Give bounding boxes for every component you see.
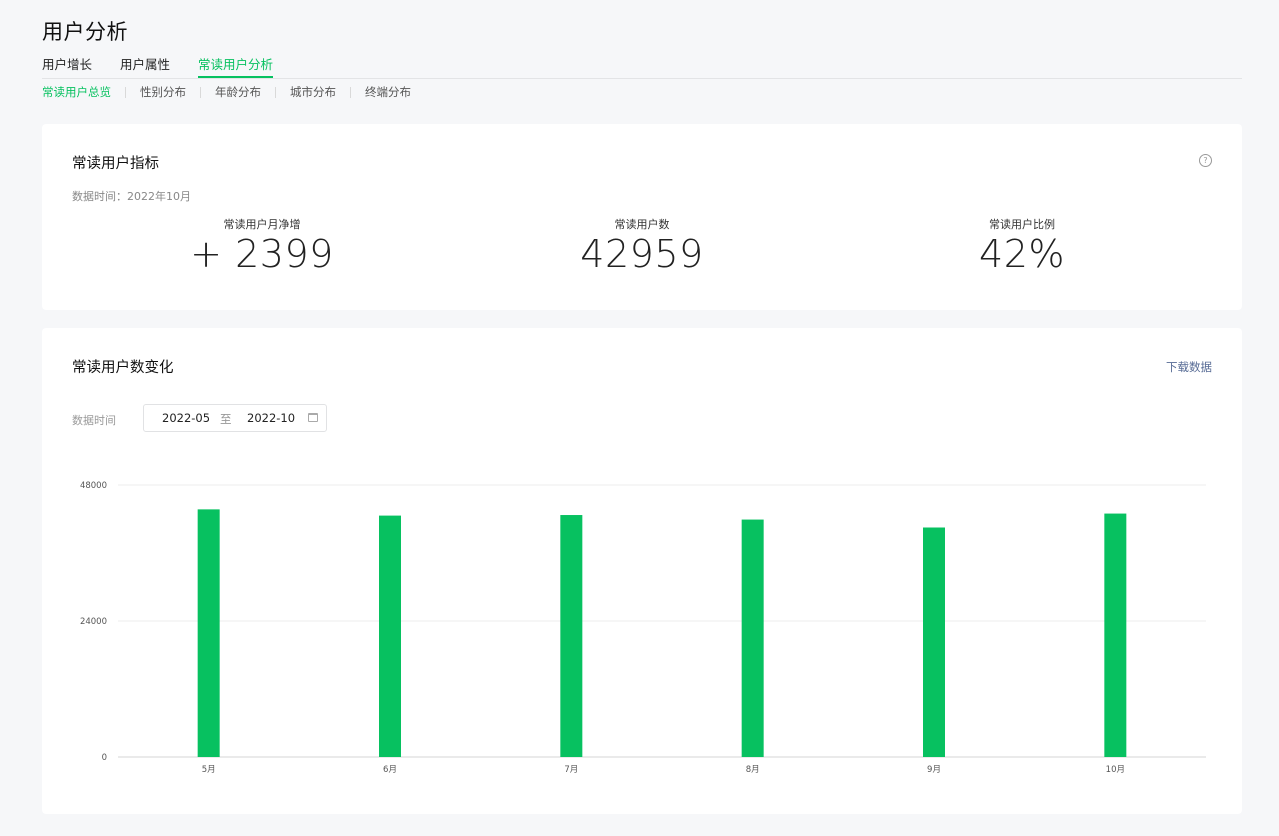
page-title: 用户分析 <box>42 20 128 44</box>
metric-net-growth: 常读用户月净增 + 2399 <box>112 216 412 276</box>
bar[interactable] <box>379 515 401 757</box>
metric-reader-ratio: 常读用户比例 42% <box>872 216 1172 276</box>
x-tick-label: 8月 <box>746 765 760 775</box>
x-tick-label: 10月 <box>1106 765 1125 775</box>
tab-frequent-readers[interactable]: 常读用户分析 <box>198 56 274 78</box>
page: 用户分析 用户增长 用户属性 常读用户分析 常读用户总览 性别分布 年龄分布 城… <box>0 0 1279 836</box>
metric-label: 常读用户数 <box>614 218 670 231</box>
bar[interactable] <box>923 527 945 758</box>
question-circle-icon[interactable]: ? <box>1199 154 1212 167</box>
tab-user-growth[interactable]: 用户增长 <box>42 56 92 78</box>
divider <box>125 86 126 98</box>
bar[interactable] <box>1104 513 1127 757</box>
y-tick-label: 0 <box>102 753 107 763</box>
subtab-gender[interactable]: 性别分布 <box>140 84 186 100</box>
metric-value: + 2399 <box>190 232 334 276</box>
y-tick-label: 24000 <box>80 617 107 627</box>
metric-label: 常读用户比例 <box>989 218 1055 231</box>
subtab-device[interactable]: 终端分布 <box>365 84 411 100</box>
bar[interactable] <box>197 509 220 757</box>
x-tick-label: 5月 <box>202 765 216 775</box>
x-tick-label: 9月 <box>927 765 941 775</box>
bar[interactable] <box>560 515 583 757</box>
divider <box>200 86 201 98</box>
x-tick-label: 7月 <box>564 765 578 775</box>
metrics-data-time: 数据时间：2022年10月 <box>72 190 191 203</box>
y-tick-label: 48000 <box>80 481 107 491</box>
bar[interactable] <box>741 519 764 757</box>
metric-reader-count: 常读用户数 42959 <box>492 216 792 276</box>
metric-value: 42959 <box>580 232 704 276</box>
subtab-age[interactable]: 年龄分布 <box>215 84 261 100</box>
subtab-city[interactable]: 城市分布 <box>290 84 336 100</box>
metric-label: 常读用户月净增 <box>223 218 301 231</box>
divider <box>350 86 351 98</box>
metric-value: 42% <box>979 232 1065 276</box>
subtab-overview[interactable]: 常读用户总览 <box>42 84 111 100</box>
main-tabs: 用户增长 用户属性 常读用户分析 <box>42 56 1242 79</box>
metrics-card-title: 常读用户指标 <box>72 156 159 172</box>
bar-chart: 0 24000 48000 5月 6月 7月 8月 9月 10月 <box>80 481 1206 775</box>
tab-user-attributes[interactable]: 用户属性 <box>120 56 170 78</box>
x-tick-label: 6月 <box>383 765 397 775</box>
metrics-card: 常读用户指标 ? 数据时间：2022年10月 常读用户月净增 + 2399 常读… <box>42 124 1242 310</box>
sub-tabs: 常读用户总览 性别分布 年龄分布 城市分布 终端分布 <box>42 84 411 100</box>
trend-card: 常读用户数变化 下载数据 数据时间 2022-05 至 2022-10 0 240… <box>42 328 1242 814</box>
divider <box>275 86 276 98</box>
